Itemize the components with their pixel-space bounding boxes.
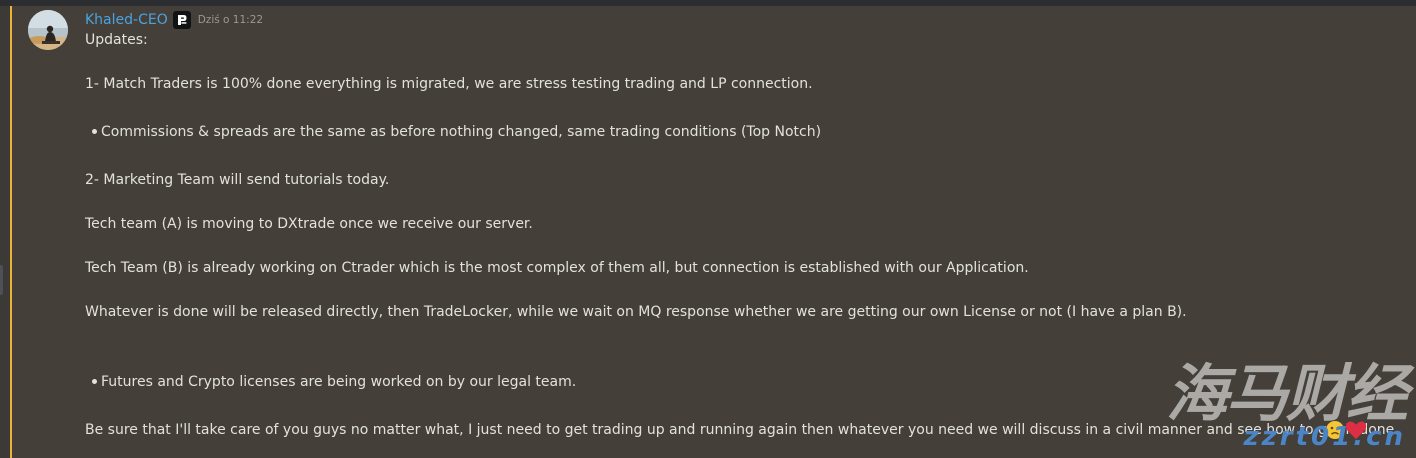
message-header: Khaled-CEO Dziś o 11:22 [85, 10, 263, 30]
watermark-url: zzrt01.cn [1243, 422, 1406, 452]
message-timestamp[interactable]: Dziś o 11:22 [198, 10, 263, 30]
list-item-commissions: Commissions & spreads are the same as be… [101, 124, 822, 140]
watermark: 海马财经 zzrt01.cn [1162, 358, 1412, 458]
message-line-tech-team-a: Tech team (A) is moving to DXtrade once … [85, 216, 533, 232]
watermark-brand: 海马财经 [1165, 357, 1408, 430]
message-line-updates: Updates: [85, 32, 148, 48]
message-line-match-traders: 1- Match Traders is 100% done everything… [85, 76, 813, 92]
bullet-icon [92, 379, 97, 384]
username[interactable]: Khaled-CEO [85, 10, 168, 30]
role-badge-icon[interactable] [172, 11, 191, 29]
bullet-icon [92, 129, 97, 134]
message-line-tradelocker: Whatever is done will be released direct… [85, 304, 1187, 320]
message-line-marketing: 2- Marketing Team will send tutorials to… [85, 172, 390, 188]
message-line-tech-team-b: Tech Team (B) is already working on Ctra… [85, 260, 1029, 276]
avatar-image [28, 10, 68, 50]
list-item-licenses: Futures and Crypto licenses are being wo… [101, 374, 577, 390]
scroll-edge-indicator [0, 265, 3, 295]
avatar[interactable] [28, 10, 68, 50]
